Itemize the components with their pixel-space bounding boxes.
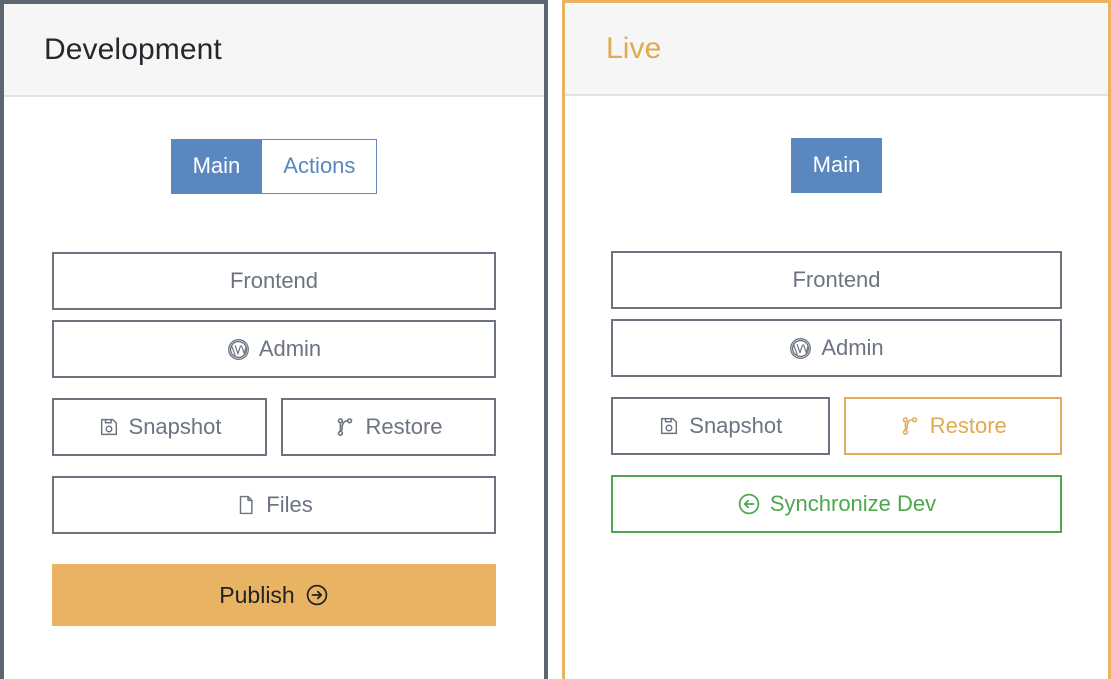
development-tab-row: Main Actions <box>52 139 496 194</box>
live-tab-row: Main <box>611 138 1062 193</box>
floppy-save-icon <box>98 416 120 438</box>
snapshot-button-development[interactable]: Snapshot <box>52 398 267 456</box>
live-button-stack: Frontend Admin Snapshot Restore Synchron… <box>611 251 1062 533</box>
frontend-button-label-live: Frontend <box>792 267 881 292</box>
live-tab-group: Main <box>790 138 883 193</box>
floppy-save-icon <box>658 415 680 437</box>
publish-button-label: Publish <box>219 581 295 608</box>
snapshot-button-label-live: Snapshot <box>689 413 783 438</box>
development-tab-group: Main Actions <box>170 139 378 194</box>
admin-button-label-live: Admin <box>821 335 884 360</box>
arrow-right-circle-icon <box>305 583 329 607</box>
files-button-development[interactable]: Files <box>52 476 496 534</box>
document-icon <box>235 494 257 516</box>
arrow-left-circle-icon <box>737 492 761 516</box>
development-panel: Development Main Actions Frontend Admin … <box>0 0 548 679</box>
frontend-button-label-development: Frontend <box>229 268 319 293</box>
tab-main-live[interactable]: Main <box>790 138 883 193</box>
restore-button-label-live: Restore <box>929 413 1007 438</box>
restore-button-development[interactable]: Restore <box>281 398 496 456</box>
synchronize-dev-button-label: Synchronize Dev <box>769 491 937 516</box>
frontend-button-development[interactable]: Frontend <box>52 252 496 310</box>
development-panel-title: Development <box>44 32 222 66</box>
wordpress-icon <box>227 338 250 361</box>
development-panel-body: Main Actions Frontend Admin Snapshot Res… <box>4 97 544 679</box>
live-panel-title: Live <box>606 31 662 65</box>
tab-actions-development[interactable]: Actions <box>262 139 378 194</box>
live-panel: Live Main Frontend Admin Snapshot Restor… <box>562 0 1111 679</box>
git-branch-icon <box>334 416 356 438</box>
admin-button-label-development: Admin <box>258 336 322 361</box>
development-button-stack: Frontend Admin Snapshot Restore Files Pu… <box>52 252 496 626</box>
development-panel-header: Development <box>4 4 544 97</box>
environment-panels-screen: Development Main Actions Frontend Admin … <box>0 0 1111 679</box>
restore-button-live[interactable]: Restore <box>843 397 1062 455</box>
snapshot-button-live[interactable]: Snapshot <box>611 397 830 455</box>
publish-button[interactable]: Publish <box>52 564 496 626</box>
git-branch-icon <box>899 415 921 437</box>
tab-main-development[interactable]: Main <box>170 139 263 194</box>
admin-button-development[interactable]: Admin <box>52 320 496 378</box>
development-snapshot-restore-row: Snapshot Restore <box>52 398 496 456</box>
restore-button-label-development: Restore <box>365 414 443 439</box>
live-panel-body: Main Frontend Admin Snapshot Restore Syn… <box>565 96 1108 679</box>
live-panel-header: Live <box>565 3 1108 96</box>
frontend-button-live[interactable]: Frontend <box>611 251 1062 309</box>
wordpress-icon <box>789 337 812 360</box>
snapshot-button-label-development: Snapshot <box>128 414 222 439</box>
files-button-label-development: Files <box>266 492 313 517</box>
admin-button-live[interactable]: Admin <box>611 319 1062 377</box>
synchronize-dev-button[interactable]: Synchronize Dev <box>611 475 1062 533</box>
live-snapshot-restore-row: Snapshot Restore <box>611 397 1062 455</box>
